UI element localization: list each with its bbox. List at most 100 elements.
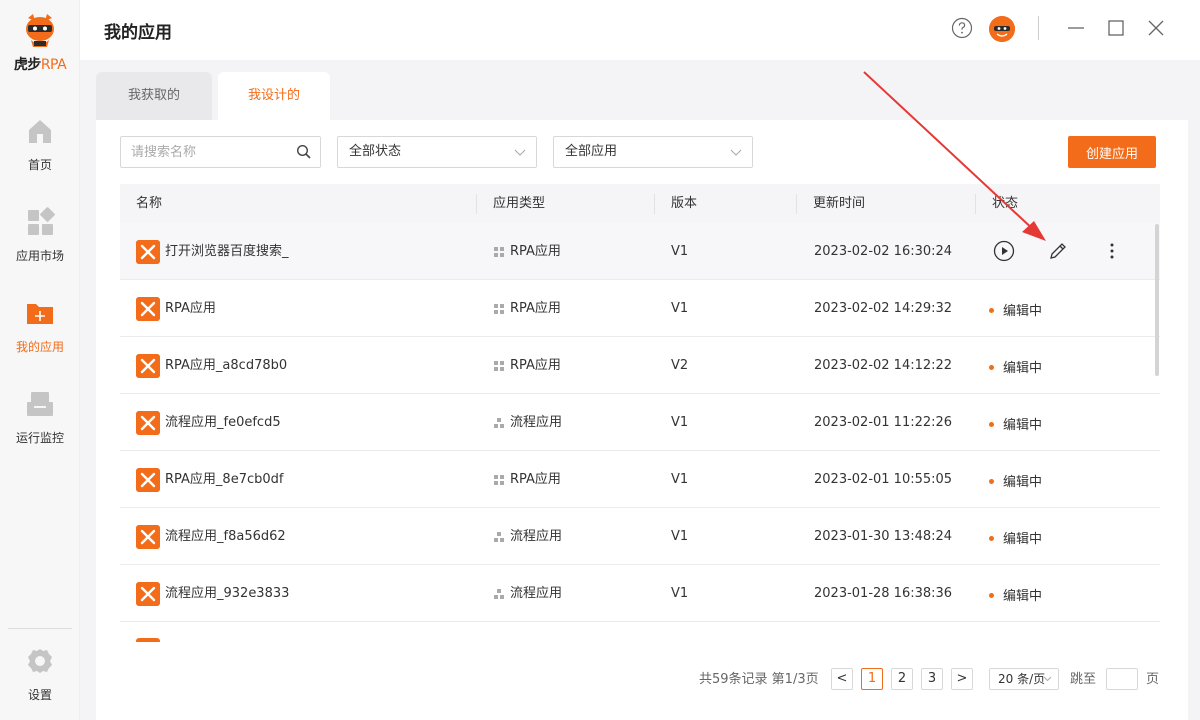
table-row[interactable]: 打开浏览器百度搜索_ RPA应用 V1 2023-02-02 16:30:24 <box>120 223 1160 280</box>
avatar[interactable] <box>989 16 1015 42</box>
search-icon[interactable] <box>296 144 312 160</box>
jump-page-input[interactable] <box>1106 668 1138 690</box>
table-row[interactable]: 流程应用_932e3833 流程应用 V1 2023-01-28 16:38:3… <box>120 565 1160 622</box>
app-version: V1 <box>671 415 689 430</box>
app-market-icon <box>28 207 55 235</box>
column-divider <box>654 194 655 214</box>
column-header-status: 状态 <box>992 196 1019 211</box>
chevron-down-icon <box>514 149 526 156</box>
brand-name: 虎步RPA <box>0 54 80 74</box>
status-text: 编辑中 <box>1003 418 1043 433</box>
app-name[interactable]: RPA应用_8e7cb0df <box>165 451 283 508</box>
brand-rpa: RPA <box>40 57 67 73</box>
column-header-updated: 更新时间 <box>813 196 866 211</box>
column-header-name: 名称 <box>136 196 163 211</box>
sidebar-item-my-apps[interactable]: 我的应用 <box>0 298 80 355</box>
app-type: 流程应用 <box>510 415 563 430</box>
app-updated-time: 2023-02-01 11:22:26 <box>814 415 953 430</box>
app-status: 编辑中 <box>989 397 1042 454</box>
app-type-select-value: 全部应用 <box>565 144 618 159</box>
search-input[interactable] <box>121 137 281 167</box>
sidebar-item-monitor[interactable]: 运行监控 <box>0 389 80 446</box>
app-version: V1 <box>671 586 689 601</box>
sidebar: 虎步RPA 首页 应用市场 我的应用 运行监控 设置 <box>0 0 80 720</box>
brand-logo: 虎步RPA <box>0 12 80 74</box>
status-dot <box>989 593 994 598</box>
sidebar-item-label: 首页 <box>27 158 52 172</box>
app-type: RPA应用 <box>510 358 561 373</box>
monitor-icon <box>27 392 53 416</box>
app-updated-time: 2023-02-02 14:12:22 <box>814 358 953 373</box>
rpa-type-icon <box>494 475 504 485</box>
column-header-version: 版本 <box>671 196 698 211</box>
table-scrollbar[interactable] <box>1155 224 1159 376</box>
home-icon <box>29 120 51 143</box>
app-name[interactable]: 流程应用_fe0efcd5 <box>165 394 281 451</box>
folder-add-icon <box>27 304 53 324</box>
status-dot <box>989 365 994 370</box>
next-page-button[interactable]: > <box>951 668 973 690</box>
app-version: V1 <box>671 529 689 544</box>
maximize-icon[interactable] <box>1106 18 1126 38</box>
flow-type-icon <box>494 418 504 428</box>
tab-obtained[interactable]: 我获取的 <box>96 72 212 120</box>
page-button-1[interactable]: 1 <box>861 668 883 690</box>
app-name[interactable]: RPA应用 <box>165 280 216 337</box>
table-row[interactable]: 流程应用_fe0efcd5 流程应用 V1 2023-02-01 11:22:2… <box>120 394 1160 451</box>
help-icon[interactable] <box>951 17 973 39</box>
brand-main: 虎步 <box>13 57 42 73</box>
column-divider <box>796 194 797 214</box>
app-type: RPA应用 <box>510 301 561 316</box>
more-vertical-icon[interactable] <box>1101 240 1123 262</box>
status-dot <box>989 536 994 541</box>
page-title: 我的应用 <box>104 23 172 43</box>
status-select[interactable]: 全部状态 <box>337 136 537 168</box>
page-suffix: 页 <box>1146 672 1160 687</box>
table-row[interactable]: RPA应用_8e7cb0df RPA应用 V1 2023-02-01 10:55… <box>120 451 1160 508</box>
gear-icon <box>28 649 52 673</box>
app-tools-icon <box>136 525 160 549</box>
app-type-select[interactable]: 全部应用 <box>553 136 753 168</box>
main-content: 全部状态 全部应用 创建应用 名称 应用类型 版本 更新时间 状态 打开浏览器百… <box>96 120 1188 720</box>
app-updated-time: 2023-01-30 13:48:24 <box>814 529 953 544</box>
app-tools-icon <box>136 411 160 435</box>
sidebar-item-settings[interactable]: 设置 <box>0 646 80 703</box>
status-select-value: 全部状态 <box>349 144 402 159</box>
close-icon[interactable] <box>1146 18 1166 38</box>
app-name[interactable]: 打开浏览器百度搜索_ <box>165 223 289 280</box>
sidebar-item-label: 运行监控 <box>15 431 64 445</box>
app-type: 流程应用 <box>510 586 563 601</box>
app-version: V2 <box>671 358 689 373</box>
column-divider <box>975 194 976 214</box>
table-row[interactable]: RPA应用_a8cd78b0 RPA应用 V2 2023-02-02 14:12… <box>120 337 1160 394</box>
app-updated-time: 2023-02-02 16:30:24 <box>814 244 953 259</box>
table-row[interactable]: 流程应用_f8a56d62 流程应用 V1 2023-01-30 13:48:2… <box>120 508 1160 565</box>
status-dot <box>989 308 994 313</box>
app-name[interactable]: RPA应用_a8cd78b0 <box>165 337 287 394</box>
app-status: 编辑中 <box>989 568 1042 625</box>
page-size-select[interactable]: 20 条/页 <box>989 668 1059 690</box>
tab-designed[interactable]: 我设计的 <box>218 72 330 120</box>
page-button-2[interactable]: 2 <box>891 668 913 690</box>
edit-pencil-icon[interactable] <box>1047 240 1069 262</box>
sidebar-item-home[interactable]: 首页 <box>0 116 80 173</box>
status-text: 编辑中 <box>1003 475 1043 490</box>
page-button-3[interactable]: 3 <box>921 668 943 690</box>
minimize-icon[interactable] <box>1066 18 1086 38</box>
app-name[interactable]: 流程应用_f8a56d62 <box>165 508 286 565</box>
table-row[interactable]: RPA应用 RPA应用 V1 2023-02-02 14:29:32 编辑中 <box>120 280 1160 337</box>
sidebar-item-label: 设置 <box>27 688 52 702</box>
app-version: V1 <box>671 472 689 487</box>
status-text: 编辑中 <box>1003 361 1043 376</box>
create-app-button[interactable]: 创建应用 <box>1068 136 1156 168</box>
app-tools-icon <box>136 240 160 264</box>
column-divider <box>476 194 477 214</box>
app-version: V1 <box>671 301 689 316</box>
app-name[interactable]: 流程应用_932e3833 <box>165 565 289 622</box>
sidebar-item-label: 应用市场 <box>15 249 64 263</box>
app-updated-time: 2023-02-02 14:29:32 <box>814 301 953 316</box>
sidebar-item-app-market[interactable]: 应用市场 <box>0 207 80 264</box>
play-icon[interactable] <box>993 240 1015 262</box>
prev-page-button[interactable]: < <box>831 668 853 690</box>
flow-type-icon <box>494 589 504 599</box>
